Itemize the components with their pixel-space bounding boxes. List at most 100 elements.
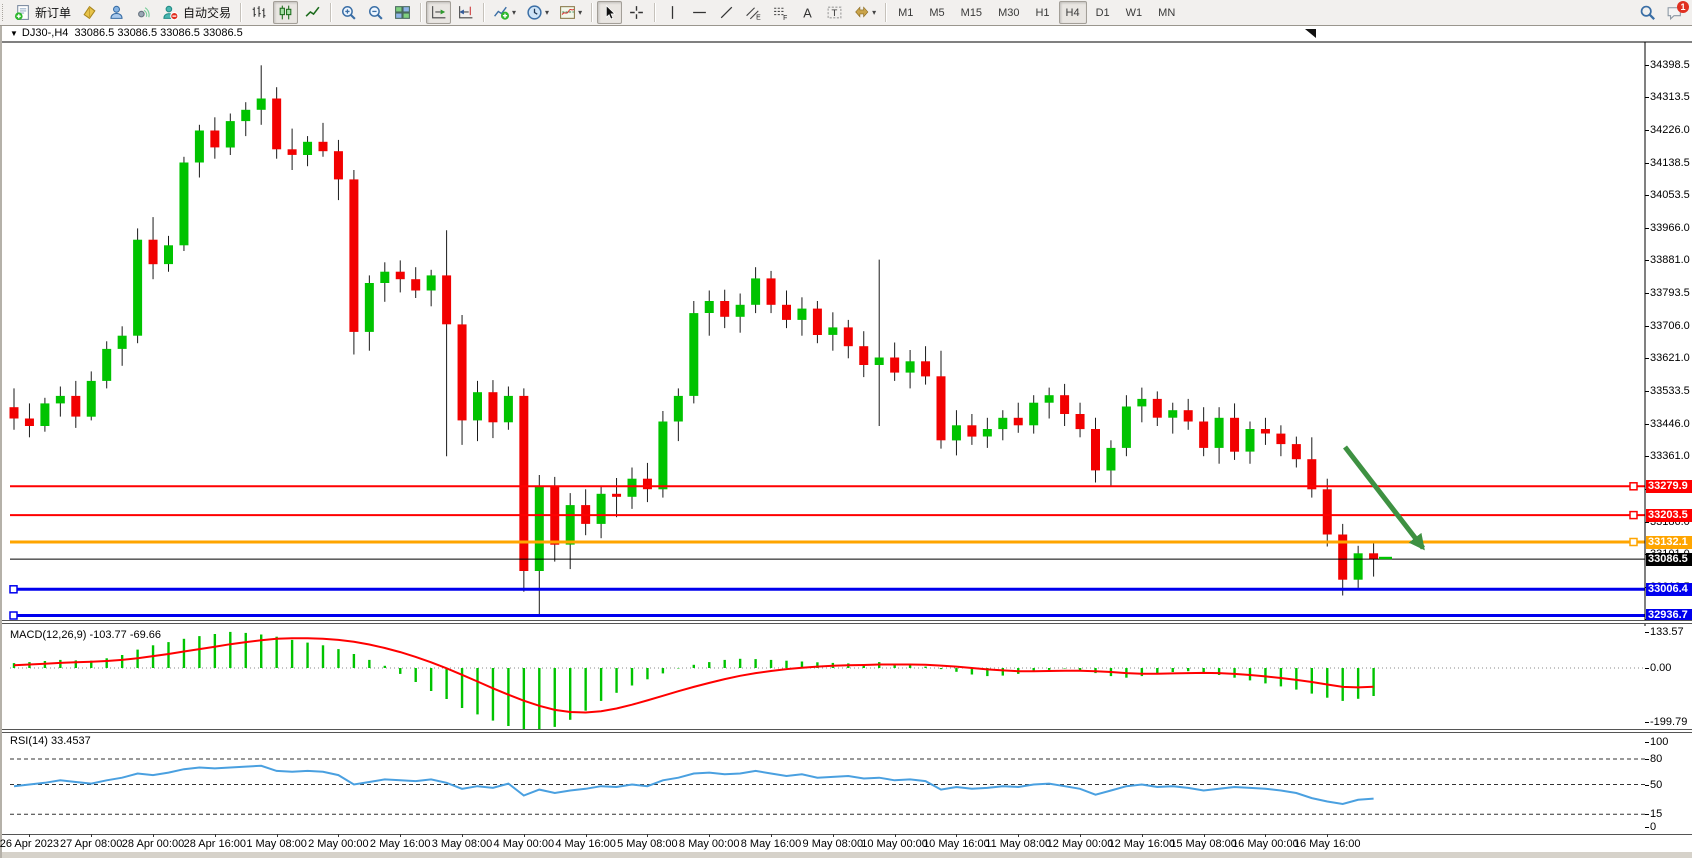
tf-m30[interactable]: M30 (991, 1, 1026, 24)
zoom-in-button[interactable] (336, 1, 361, 24)
time-axis-tick (833, 834, 834, 837)
time-axis-tick (1142, 834, 1143, 837)
toolbar-separator (330, 3, 331, 22)
time-axis-tick (1265, 834, 1266, 837)
periods-button[interactable]: ▾ (522, 1, 553, 24)
dropdown-arrow-icon[interactable]: ▾ (872, 8, 876, 17)
time-axis-tick (215, 834, 216, 837)
tf-d1[interactable]: D1 (1089, 1, 1117, 24)
time-axis-label: 9 May 08:00 (803, 838, 864, 850)
auto-trading-button[interactable]: 自动交易 (158, 1, 235, 24)
fibonacci-button[interactable]: F (768, 1, 793, 24)
indicators-button[interactable]: ▾ (489, 1, 520, 24)
profile-button[interactable] (104, 1, 129, 24)
time-axis-tick (153, 834, 154, 837)
time-axis-tick (524, 834, 525, 837)
tf-mn[interactable]: MN (1151, 1, 1182, 24)
time-axis-tick (709, 834, 710, 837)
signals-button[interactable] (131, 1, 156, 24)
time-axis-label: 3 May 08:00 (432, 838, 493, 850)
toolbar-separator (240, 3, 241, 22)
templates-button[interactable]: ▾ (555, 1, 586, 24)
rsi-axis-label: 15 (1650, 808, 1662, 820)
crosshair-button[interactable] (624, 1, 649, 24)
rsi-line (14, 766, 1374, 804)
channel-button[interactable]: E (741, 1, 766, 24)
time-axis-tick (1327, 834, 1328, 837)
time-axis-label: 2 May 00:00 (308, 838, 369, 850)
time-axis-label: 10 May 00:00 (861, 838, 928, 850)
time-axis-label: 10 May 16:00 (923, 838, 990, 850)
time-axis-label: 5 May 08:00 (617, 838, 678, 850)
arrows-button[interactable]: ▾ (849, 1, 880, 24)
vline-icon (664, 4, 681, 21)
timeframe-label: MN (1155, 7, 1178, 19)
rsi-axis-tick (1645, 814, 1649, 815)
dropdown-arrow-icon[interactable]: ▾ (512, 8, 516, 17)
time-axis-tick (895, 834, 896, 837)
text-label-icon: T (826, 4, 843, 21)
vertical-line-button[interactable] (660, 1, 685, 24)
timeframe-label: M1 (895, 7, 916, 19)
svg-text:A: A (803, 5, 812, 20)
button-label: 新订单 (35, 4, 71, 21)
template-icon (559, 4, 576, 21)
time-axis-tick (647, 834, 648, 837)
market-watch-button[interactable] (77, 1, 102, 24)
doc-plus-icon (14, 4, 31, 21)
candle-chart-button[interactable] (273, 1, 298, 24)
svg-text:E: E (756, 14, 761, 21)
candle-chart-icon (277, 4, 294, 21)
rsi-axis-tick (1645, 759, 1649, 760)
tf-m1[interactable]: M1 (891, 1, 920, 24)
rsi-axis-label: 100 (1650, 736, 1668, 748)
search-button[interactable] (1635, 1, 1660, 24)
time-axis-label: 4 May 16:00 (555, 838, 616, 850)
time-axis-label: 28 Apr 16:00 (184, 838, 246, 850)
tf-w1[interactable]: W1 (1119, 1, 1150, 24)
auto-scroll-icon (430, 4, 447, 21)
dropdown-arrow-icon[interactable]: ▾ (545, 8, 549, 17)
text-label-button[interactable]: T (822, 1, 847, 24)
line-chart-button[interactable] (300, 1, 325, 24)
text-button[interactable]: A (795, 1, 820, 24)
new-order-button[interactable]: 新订单 (10, 1, 75, 24)
time-axis-tick (400, 834, 401, 837)
notification-badge: 1 (1677, 1, 1689, 13)
broadcast-icon (135, 4, 152, 21)
text-a-icon: A (799, 4, 816, 21)
rsi-pane[interactable] (2, 26, 1692, 836)
time-axis-label: 11 May 08:00 (985, 838, 1051, 850)
rsi-axis-tick (1645, 827, 1649, 828)
auto-scroll-button[interactable] (426, 1, 451, 24)
indicators-icon (493, 4, 510, 21)
trendline-icon (718, 4, 735, 21)
rsi-label: RSI(14) 33.4537 (10, 735, 91, 747)
zoom-out-button[interactable] (363, 1, 388, 24)
chart-shift-button[interactable] (453, 1, 478, 24)
bar-chart-button[interactable] (246, 1, 271, 24)
tf-m15[interactable]: M15 (954, 1, 989, 24)
toolbar-right: 1 (1634, 1, 1688, 24)
trendline-button[interactable] (714, 1, 739, 24)
chat-button[interactable]: 1 (1662, 1, 1687, 24)
fibo-icon: F (772, 4, 789, 21)
toolbar-separator (420, 3, 421, 22)
arrows-icon (853, 4, 870, 21)
tf-h1[interactable]: H1 (1028, 1, 1056, 24)
tf-m5[interactable]: M5 (922, 1, 951, 24)
cursor-button[interactable] (597, 1, 622, 24)
chart-window[interactable]: ▼DJ30-,H4 33086.5 33086.5 33086.5 33086.… (0, 26, 1692, 858)
timeframe-label: H4 (1063, 7, 1083, 19)
timeframe-label: D1 (1093, 7, 1113, 19)
dropdown-arrow-icon[interactable]: ▾ (578, 8, 582, 17)
toolbar-separator (654, 3, 655, 22)
timeframe-label: M30 (995, 7, 1022, 19)
tf-h4[interactable]: H4 (1059, 1, 1087, 24)
time-axis-label: 28 Apr 00:00 (122, 838, 184, 850)
horizontal-line-button[interactable] (687, 1, 712, 24)
timeframe-label: M15 (958, 7, 985, 19)
tile-windows-button[interactable] (390, 1, 415, 24)
time-axis-tick (586, 834, 587, 837)
rsi-axis-tick (1645, 785, 1649, 786)
